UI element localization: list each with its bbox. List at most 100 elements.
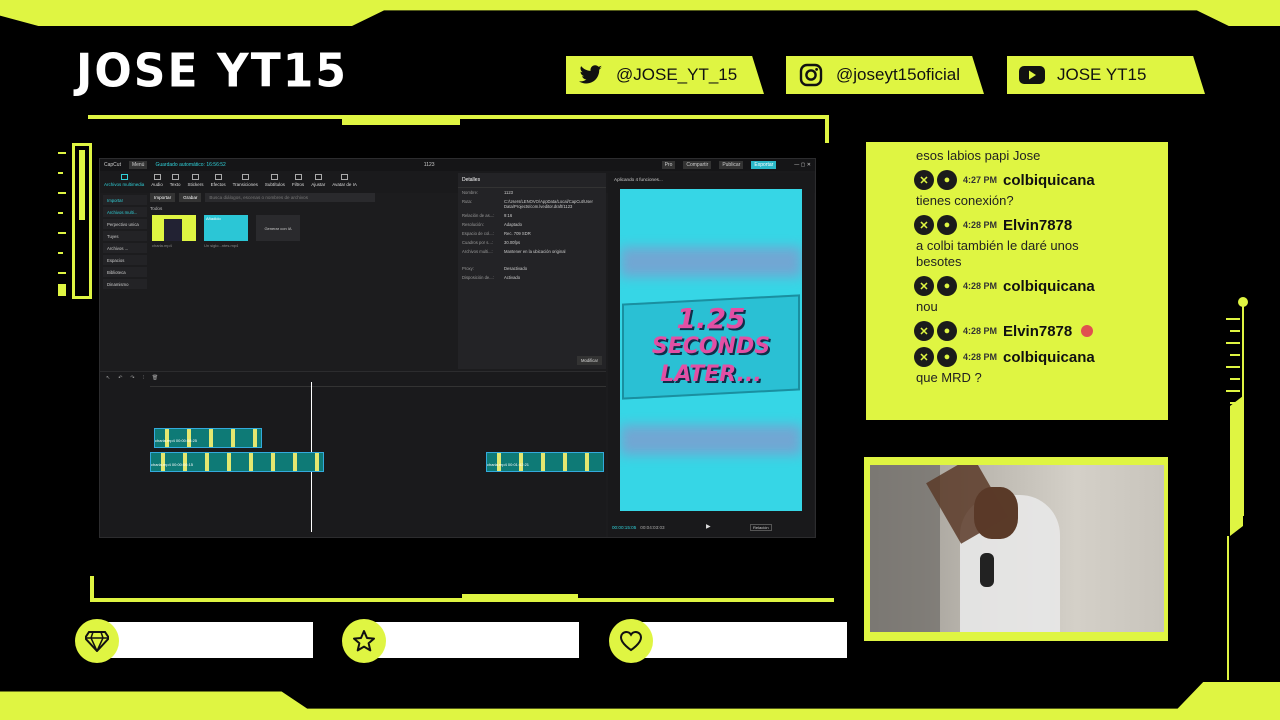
tool-stickers[interactable]: Stickers [188, 174, 204, 190]
video-text-line: 1.25 [676, 302, 746, 335]
generate-ai-tile[interactable]: Generar con IA [256, 215, 300, 241]
frame-line-top-accent [342, 117, 460, 125]
chat-username: colbiquicana [1003, 277, 1095, 295]
app-name: CapCut [104, 162, 121, 168]
modify-button[interactable]: Modificar [577, 356, 602, 365]
record-button[interactable]: Grabar [179, 193, 202, 202]
detail-row: Ruta: C:/Users/LENOVO/AppData/Local/CapCu… [462, 199, 593, 209]
left-meter-ticks [58, 150, 66, 298]
top-frame-band [0, 0, 1280, 26]
details-panel: Detalles Nombre: 1123 Ruta: C:/Users/LENOV… [458, 173, 606, 369]
chat-message-text: a colbi también le daré unos besotes [916, 238, 1079, 269]
chat-message-header: ✕ ● 4:28 PM Elvin7878 [914, 321, 1168, 341]
share-button[interactable]: Compartir [683, 161, 712, 169]
twitter-social-tag: @JOSE_YT_15 [566, 56, 764, 94]
video-editor-window: CapCut Menú Guardado automático: 16:56:5… [99, 158, 816, 538]
export-button[interactable]: Exportar [751, 161, 777, 169]
youtube-handle[interactable]: JOSE YT15 [1057, 65, 1146, 85]
sidebar-item-dynamism[interactable]: Dinamismo [103, 279, 147, 289]
sidebar-item-import[interactable]: Importar [103, 195, 147, 205]
youtube-social-tag: JOSE YT15 [1007, 56, 1205, 94]
mod-badge-icon: ✕ [914, 276, 934, 296]
window-controls[interactable]: — ▢ ✕ [794, 162, 811, 168]
media-search-input[interactable]: Busca diálogos, escenas o nombres de arc… [205, 193, 376, 202]
preview-video[interactable]: 1.25 SECONDS LATER... [620, 189, 802, 511]
detail-row: Cuadros por s...: 30.00fps [462, 240, 521, 245]
frame-line-top-right [825, 115, 829, 143]
chat-username: colbiquicana [1003, 348, 1095, 366]
chat-message-text: nou [916, 299, 938, 314]
project-title: 1123 [423, 162, 435, 168]
emote-icon [1081, 325, 1094, 337]
tool-media[interactable]: Archivos multimedia [104, 174, 144, 190]
media-filter[interactable]: Todos [150, 206, 456, 211]
details-title: Detalles [458, 173, 606, 188]
sidebar-item-spaces[interactable]: Espacios [103, 255, 147, 265]
sidebar-item-media[interactable]: Archivos multi... [103, 207, 147, 217]
undo-icon[interactable]: ↶ [118, 375, 122, 381]
sidebar-item-library[interactable]: Biblioteca [103, 267, 147, 277]
video-text-line: SECONDS [651, 334, 771, 359]
select-tool-icon[interactable]: ↖ [106, 375, 110, 381]
timeline-clip[interactable]: charla.mp4 00:01:42:21 [486, 452, 604, 472]
timeline-clip[interactable]: charla.mp4 00:00:08:25 [154, 428, 262, 448]
heart-icon [609, 619, 653, 663]
instagram-handle[interactable]: @joseyt15oficial [836, 65, 960, 85]
chat-timestamp: 4:28 PM [963, 220, 998, 230]
chat-message-text: que MRD ? [916, 370, 982, 385]
avatar-icon: ● [937, 347, 957, 367]
delete-icon[interactable]: 🗑 [152, 375, 158, 381]
mod-badge-icon: ✕ [914, 215, 934, 235]
publish-button[interactable]: Publicar [719, 161, 744, 169]
tool-transitions[interactable]: Transiciones [233, 174, 258, 190]
detail-row: Proxy: Desactivado [462, 266, 528, 271]
media-thumb-charla[interactable] [152, 215, 196, 241]
player-time: 00:00:15:05 00:04:03:03 [612, 525, 665, 530]
chat-message-text: esos labios papi Jose [916, 148, 1041, 163]
tool-filters[interactable]: Filtros [292, 174, 304, 190]
split-icon[interactable]: ⫶ [143, 375, 144, 381]
left-meter-bar [79, 150, 85, 220]
tool-ai-avatar[interactable]: Avatar de IA [332, 174, 357, 190]
pro-button[interactable]: Pro [661, 161, 676, 169]
frame-line-bottom-accent [462, 594, 578, 602]
chat-panel: esos labios papi Jose ✕ ● 4:27 PM colbiq… [866, 142, 1168, 420]
goal-bar-diamonds [96, 622, 313, 658]
tool-adjust[interactable]: Ajustar [311, 174, 325, 190]
avatar-icon: ● [937, 215, 957, 235]
sidebar-item-perspective[interactable]: Perpectivo unica [103, 219, 147, 229]
twitter-icon [578, 62, 604, 88]
goal-bar-stars [364, 622, 579, 658]
sidebar-item-files[interactable]: Archivos ... [103, 243, 147, 253]
play-icon[interactable]: ▶ [706, 523, 711, 530]
tool-subtitles[interactable]: Subtítulos [265, 174, 285, 190]
menu-button[interactable]: Menú [128, 161, 148, 169]
avatar-icon: ● [937, 170, 957, 190]
brand-logo: JOSE YT15 [76, 44, 348, 99]
import-button[interactable]: Importar [150, 193, 176, 202]
timeline-clip[interactable]: charla.mp4 00:00:06:15 [150, 452, 324, 472]
instagram-social-tag: @joseyt15oficial [786, 56, 984, 94]
player-header: Aplicando 4 funciones... [614, 177, 663, 182]
chat-timestamp: 4:28 PM [963, 281, 998, 291]
detail-row: Resolución: Adaptado [462, 222, 522, 227]
webcam-feed [870, 465, 1164, 632]
diamond-icon [75, 619, 119, 663]
tool-audio[interactable]: Audio [151, 174, 163, 190]
chat-username: Elvin7878 [1003, 322, 1073, 340]
redo-icon[interactable]: ↷ [130, 375, 134, 381]
editor-titlebar: CapCut Menú Guardado automático: 16:56:5… [100, 159, 815, 171]
media-sidebar: Importar Archivos multi... Perpectivo un… [103, 195, 147, 367]
preview-player: Aplicando 4 funciones... 1.25 SECONDS LA… [608, 173, 814, 537]
detail-row: Disposición de...: Activado [462, 275, 521, 280]
tool-effects[interactable]: Efectos [211, 174, 226, 190]
left-meter-frame [72, 143, 92, 299]
tool-text[interactable]: Texto [170, 174, 181, 190]
avatar-icon: ● [937, 321, 957, 341]
detail-row: Archivos multi...: Mantener en la ubicaci… [462, 249, 566, 254]
sidebar-item-types[interactable]: Tuyes [103, 231, 147, 241]
twitter-handle[interactable]: @JOSE_YT_15 [616, 65, 737, 85]
media-thumb-siglo[interactable]: Añadido [204, 215, 248, 241]
autosave-status: Guardado automático: 16:56:52 [155, 162, 226, 168]
ratio-button[interactable]: Relación [750, 524, 772, 531]
